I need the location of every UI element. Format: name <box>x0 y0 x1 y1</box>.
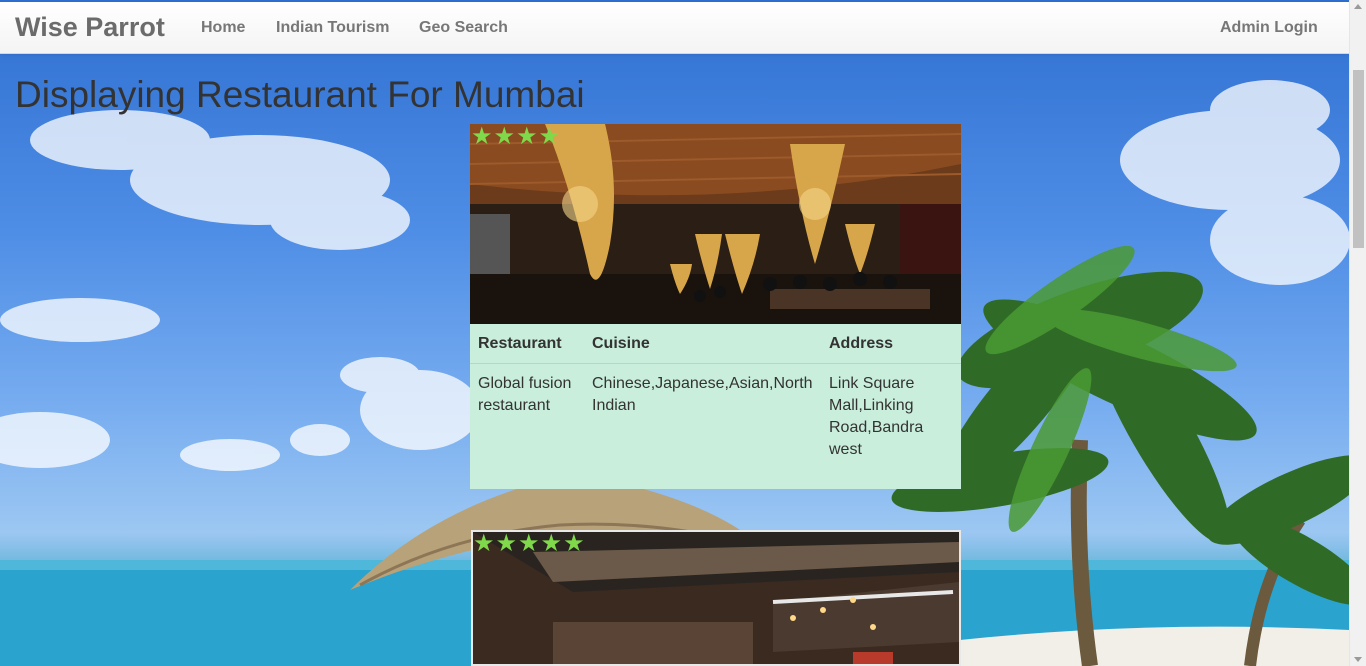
star-icon: ★ <box>493 124 516 150</box>
header-address: Address <box>829 335 894 352</box>
table-divider <box>470 363 961 364</box>
header-restaurant: Restaurant <box>478 335 562 352</box>
scroll-thumb[interactable] <box>1353 70 1364 248</box>
star-icon: ★ <box>471 124 493 150</box>
star-icon: ★ <box>540 530 563 557</box>
nav-link-geo-search[interactable]: Geo Search <box>419 19 508 37</box>
star-icon: ★ <box>516 124 538 150</box>
nav-link-indian-tourism[interactable]: Indian Tourism <box>276 19 389 37</box>
scroll-up-arrow-icon[interactable] <box>1354 4 1362 9</box>
restaurant-name: Global fusion restaurant <box>478 375 572 414</box>
vertical-scrollbar[interactable] <box>1349 0 1366 666</box>
restaurant-photo: ★ ★ ★ ★ ★ <box>471 530 961 666</box>
nav-link-home[interactable]: Home <box>201 19 245 37</box>
star-icon: ★ <box>495 530 518 557</box>
rating-stars: ★ ★ ★ ★ ★ <box>473 532 585 556</box>
star-icon: ★ <box>518 530 540 557</box>
top-navbar: Wise Parrot Home Indian Tourism Geo Sear… <box>0 2 1349 54</box>
header-cuisine: Cuisine <box>592 335 650 352</box>
star-icon: ★ <box>563 530 585 557</box>
restaurant-cuisine: Chinese,Japanese,Asian,North Indian <box>592 375 813 414</box>
restaurant-card: ★ ★ ★ ★ ★ <box>470 530 961 666</box>
page-title: Displaying Restaurant For Mumbai <box>15 74 585 115</box>
rating-stars: ★ ★ ★ ★ <box>471 125 560 149</box>
brand-logo[interactable]: Wise Parrot <box>15 12 165 43</box>
nav-link-admin-login[interactable]: Admin Login <box>1220 19 1318 37</box>
star-icon: ★ <box>473 530 495 557</box>
restaurant-info-table: Restaurant Cuisine Address Global fusion… <box>470 324 961 489</box>
restaurant-card: ★ ★ ★ ★ Restaurant Cuisine Address Globa… <box>470 124 961 489</box>
restaurant-photo: ★ ★ ★ ★ <box>470 124 961 324</box>
star-icon: ★ <box>538 124 561 150</box>
restaurant-address: Link Square Mall,Linking Road,Bandra wes… <box>829 375 924 458</box>
scroll-down-arrow-icon[interactable] <box>1354 657 1362 662</box>
